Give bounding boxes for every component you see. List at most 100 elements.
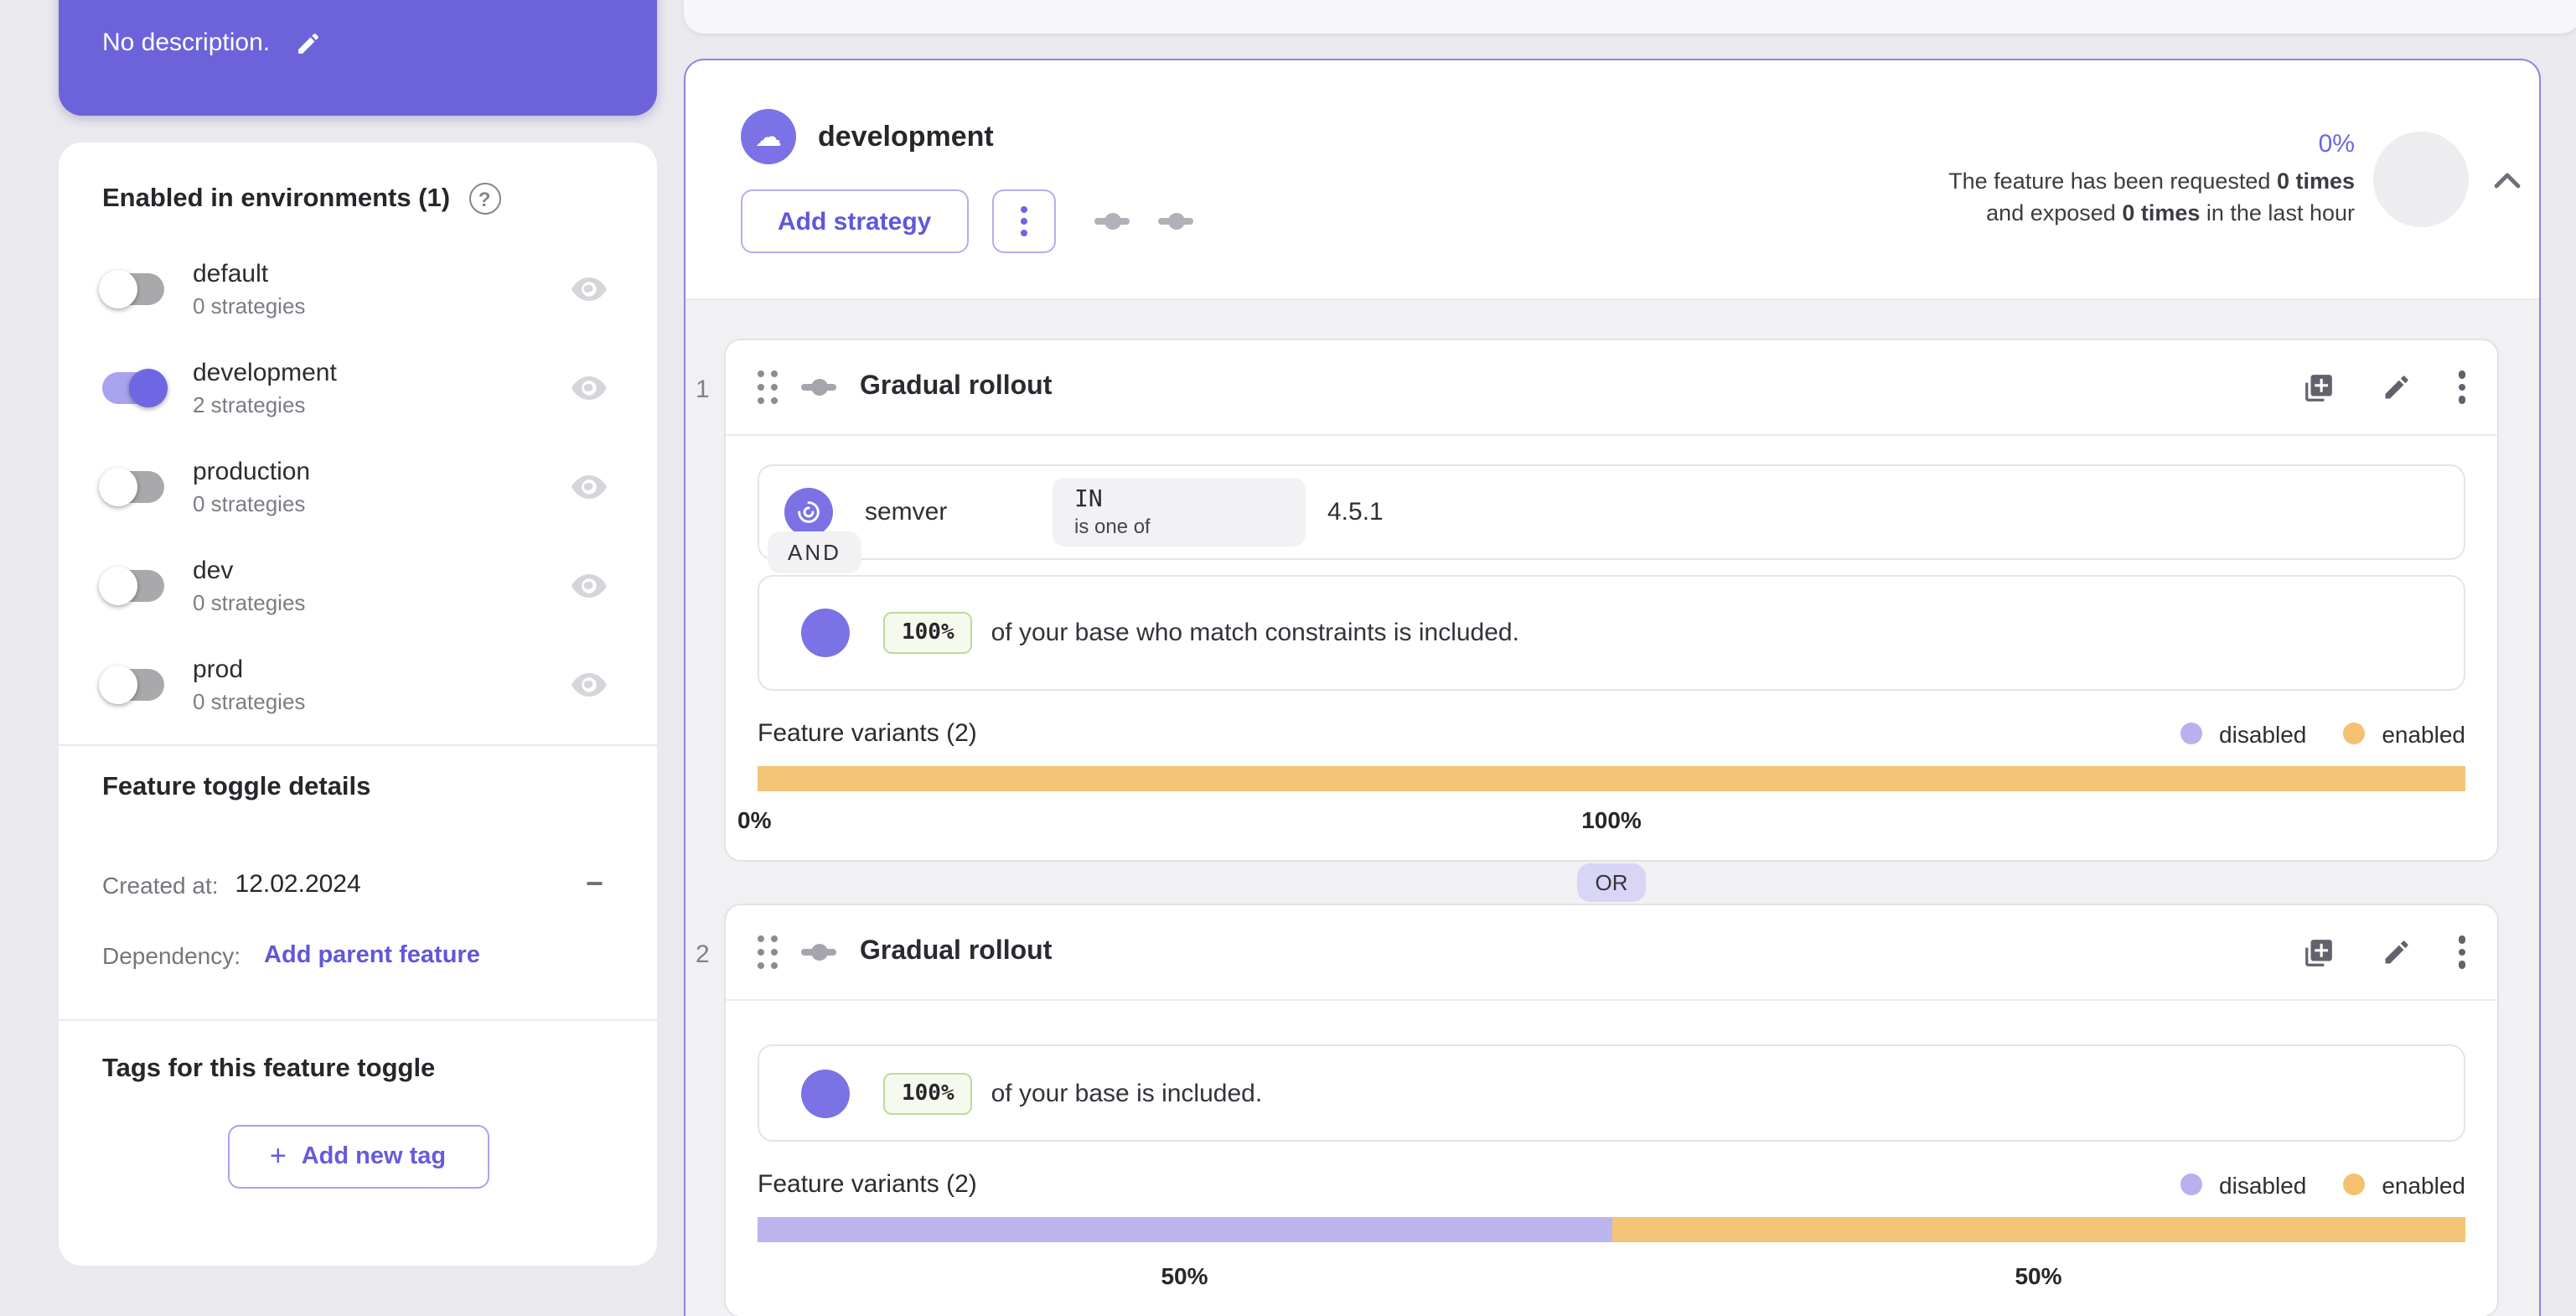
legend-enabled: enabled (2343, 1171, 2465, 1198)
and-conjunction-chip: AND (768, 531, 861, 573)
rollout-strategy-icon (801, 944, 836, 961)
rollout-description: of your base is included. (991, 1079, 1263, 1107)
toggle-default[interactable] (99, 269, 164, 308)
variants-axis: 50% 50% (758, 1262, 2465, 1296)
drag-handle-icon[interactable] (758, 370, 778, 404)
strategy-more-options-icon[interactable] (2458, 931, 2465, 974)
strategies-list: 1 Gradual rollout semver IN is one of 4.… (685, 298, 2539, 1316)
feature-variants-label: Feature variants (2) (758, 1170, 977, 1199)
metrics-line-2: and exposed 0 times in the last hour (1986, 200, 2355, 225)
collapse-details-button[interactable]: − (586, 867, 603, 902)
axis-label-half-left: 50% (1161, 1262, 1208, 1289)
axis-label-center: 100% (1581, 806, 1642, 833)
add-new-tag-button[interactable]: + Add new tag (227, 1125, 489, 1189)
created-at-value: 12.02.2024 (235, 870, 361, 899)
toggle-production[interactable] (99, 467, 164, 505)
cloud-environment-icon: ☁ (741, 109, 796, 164)
strategy-more-options-icon[interactable] (2458, 366, 2465, 409)
env-strategy-count: 2 strategies (193, 391, 306, 417)
constraint-value: 4.5.1 (1327, 498, 1384, 526)
strategy-preset-rollout-icon[interactable] (1094, 213, 1130, 230)
or-separator-chip: OR (1576, 863, 1647, 902)
tags-title: Tags for this feature toggle (102, 1054, 436, 1083)
env-strategy-count: 0 strategies (193, 589, 306, 614)
edit-strategy-pencil-icon[interactable] (2381, 937, 2411, 967)
divider (59, 1019, 657, 1021)
bar-segment-enabled (758, 766, 2465, 791)
rollout-percentage-chip: 100% (883, 1072, 973, 1114)
rollout-percentage-chip: 100% (883, 612, 973, 654)
disabled-dot-icon (2180, 1174, 2203, 1195)
constraint-field: semver (865, 498, 948, 526)
operator-description: is one of (1074, 515, 1151, 538)
env-row-default: default 0 strategies (99, 248, 613, 329)
env-name: prod (193, 655, 244, 683)
toggle-development[interactable] (102, 368, 168, 407)
environment-accordion-development: ☁ development Add strategy 0% The featur… (684, 59, 2541, 1316)
drag-handle-icon[interactable] (758, 935, 778, 969)
env-row-production: production 0 strategies (99, 446, 613, 526)
eye-icon[interactable] (572, 474, 607, 499)
rollout-strategy-icon (801, 379, 836, 396)
variants-bar (758, 1217, 2465, 1242)
environment-more-options-button[interactable] (991, 189, 1056, 253)
environments-card-title: Enabled in environments (1) (102, 184, 451, 212)
toggle-dev[interactable] (99, 566, 164, 604)
rollout-description: of your base who match constraints is in… (991, 619, 1519, 647)
plus-icon: + (269, 1140, 287, 1172)
edit-strategy-pencil-icon[interactable] (2381, 372, 2411, 402)
chevron-up-icon[interactable] (2487, 159, 2527, 199)
strategy-index: 1 (696, 376, 710, 404)
eye-icon[interactable] (572, 375, 607, 400)
axis-label-left: 0% (737, 806, 772, 833)
copy-strategy-icon[interactable] (2302, 936, 2334, 968)
rollout-donut-icon (801, 1069, 850, 1117)
toggle-prod[interactable] (99, 665, 164, 703)
strategy-card-1: 1 Gradual rollout semver IN is one of 4.… (696, 339, 2499, 862)
dependency-label: Dependency: (102, 942, 241, 969)
env-name: development (193, 358, 337, 386)
enabled-dot-icon (2343, 1174, 2366, 1195)
legend-disabled: disabled (2180, 720, 2306, 747)
strategy-index: 2 (696, 940, 710, 969)
eye-icon[interactable] (572, 671, 607, 697)
previous-card-bottom (684, 0, 2576, 34)
add-new-tag-label: Add new tag (301, 1143, 447, 1170)
variants-axis: 0% 100% (737, 806, 2465, 840)
constraint-context-icon (784, 488, 833, 536)
bar-segment-enabled (1611, 1217, 2465, 1242)
enabled-dot-icon (2343, 723, 2366, 744)
env-name: production (193, 457, 311, 485)
copy-strategy-icon[interactable] (2302, 371, 2334, 403)
strategy-preset-rollout-icon[interactable] (1157, 213, 1193, 230)
env-row-development: development 2 strategies (102, 347, 613, 427)
rollout-row: 100% of your base is included. (758, 1044, 2465, 1142)
constraint-row: semver IN is one of 4.5.1 (758, 464, 2465, 560)
legend-enabled: enabled (2343, 720, 2465, 747)
axis-label-half-right: 50% (2015, 1262, 2062, 1289)
edit-description-pencil-icon[interactable] (295, 29, 322, 56)
env-name: default (193, 259, 269, 288)
strategy-card-2: 2 Gradual rollout 100% of your base is i… (696, 904, 2499, 1316)
metrics-line-1: The feature has been requested 0 times (1948, 168, 2355, 194)
question-mark-icon[interactable]: ? (468, 183, 501, 215)
created-at-label: Created at: (102, 871, 219, 898)
rollout-row: 100% of your base who match constraints … (758, 575, 2465, 691)
eye-icon[interactable] (572, 573, 607, 598)
env-name: dev (193, 556, 234, 584)
add-strategy-button[interactable]: Add strategy (741, 189, 969, 253)
eye-icon[interactable] (572, 276, 607, 301)
details-title: Feature toggle details (102, 773, 371, 801)
bar-segment-disabled (758, 1217, 1611, 1242)
variants-bar (758, 766, 2465, 791)
environment-panel-header: ☁ development Add strategy 0% The featur… (685, 60, 2539, 298)
disabled-dot-icon (2180, 723, 2203, 744)
feature-variants-label: Feature variants (2) (758, 719, 977, 748)
add-parent-feature-link[interactable]: Add parent feature (264, 942, 480, 969)
constraint-operator-chip: IN is one of (1053, 478, 1306, 547)
kebab-icon (1020, 201, 1027, 241)
rollout-donut-icon (801, 609, 850, 657)
legend-disabled: disabled (2180, 1171, 2306, 1198)
description-card: No description. (59, 0, 657, 116)
description-text: No description. (102, 28, 271, 57)
